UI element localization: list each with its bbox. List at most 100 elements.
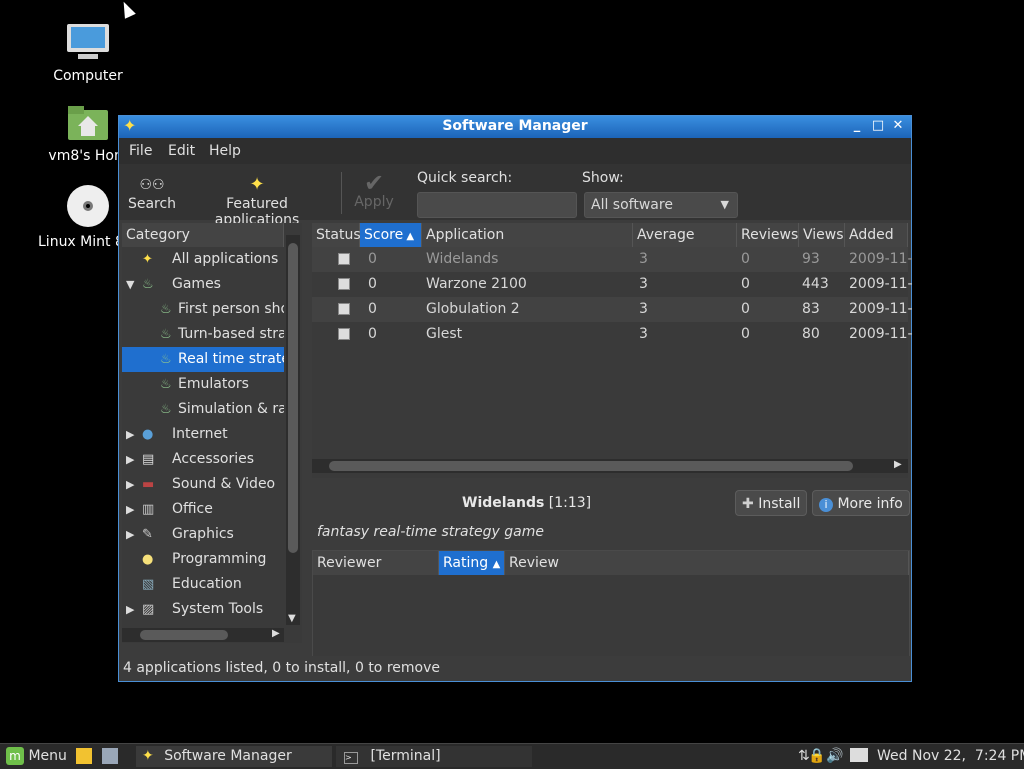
- show-dropdown[interactable]: All software ▼: [584, 192, 738, 218]
- cell-score: 0: [368, 326, 377, 342]
- scroll-down-icon[interactable]: ▼: [288, 613, 296, 624]
- category-item[interactable]: ▶ ▥ Office: [122, 497, 284, 522]
- menu-edit[interactable]: Edit: [168, 143, 195, 159]
- table-row[interactable]: 0 Globulation 2 3 0 83 2009-11-: [312, 297, 913, 322]
- menu-button[interactable]: m Menu: [6, 746, 67, 767]
- added-column-header[interactable]: Added: [845, 223, 908, 247]
- detail-description: fantasy real-time strategy game: [317, 524, 545, 540]
- gamepad-icon: ♨: [160, 302, 172, 317]
- category-label: Education: [172, 576, 242, 592]
- search-button[interactable]: ⚇⚇ Search: [127, 174, 177, 212]
- info-icon: i: [819, 498, 833, 512]
- category-item[interactable]: ▶ ▨ System Tools: [122, 597, 284, 622]
- category-vscroll[interactable]: ▼: [286, 235, 300, 625]
- scroll-thumb[interactable]: [288, 243, 298, 553]
- category-item[interactable]: ♨ Simulation & rac: [122, 397, 284, 422]
- volume-icon[interactable]: 🔊: [826, 746, 843, 767]
- home-folder-icon: [68, 106, 108, 140]
- cell-score: 0: [368, 276, 377, 292]
- reviews-column-header[interactable]: Reviews: [737, 223, 799, 247]
- status-checkbox[interactable]: [338, 303, 350, 315]
- menu-file[interactable]: File: [129, 143, 152, 159]
- review-column-header[interactable]: Review: [505, 551, 909, 575]
- maximize-icon[interactable]: □: [870, 118, 886, 134]
- views-column-header[interactable]: Views: [799, 223, 845, 247]
- category-item[interactable]: ▧ Education: [122, 572, 284, 597]
- column-label: Status: [316, 227, 361, 243]
- clock[interactable]: Wed Nov 22, 7:24 PM: [877, 746, 1024, 767]
- score-column-header[interactable]: Score ▲: [360, 223, 422, 247]
- close-icon[interactable]: ✕: [890, 118, 906, 134]
- more-info-button[interactable]: i More info: [812, 490, 910, 516]
- file-manager-launcher-icon[interactable]: [102, 748, 118, 764]
- gamepad-icon: ♨: [160, 402, 172, 417]
- apply-button[interactable]: ✔ Apply: [349, 171, 399, 210]
- category-item[interactable]: ▶ ✎ Graphics: [122, 522, 284, 547]
- quick-search-input[interactable]: [417, 192, 577, 218]
- category-item[interactable]: ● Programming: [122, 547, 284, 572]
- expander-closed-icon[interactable]: ▶: [126, 447, 134, 472]
- table-row[interactable]: 0 Widelands 3 0 93 2009-11-: [312, 247, 913, 272]
- cell-rating: 3: [639, 301, 648, 317]
- search-button-label: Search: [127, 196, 177, 212]
- desktop-icon-computer[interactable]: Computer: [38, 22, 138, 84]
- expander-closed-icon[interactable]: ▶: [126, 472, 134, 497]
- category-label: Emulators: [178, 376, 249, 392]
- cell-reviews: 0: [741, 251, 750, 267]
- category-item[interactable]: ♨ First person sho: [122, 297, 284, 322]
- category-header[interactable]: Category: [122, 223, 284, 247]
- rating-column-header[interactable]: Rating ▲: [439, 551, 505, 575]
- status-column-header[interactable]: Status: [312, 223, 361, 247]
- menu-label: Menu: [28, 748, 67, 764]
- category-item[interactable]: ✦ All applications: [122, 247, 284, 272]
- scroll-right-icon[interactable]: ▶: [272, 628, 280, 639]
- expander-closed-icon[interactable]: ▶: [126, 597, 134, 622]
- category-item[interactable]: ▶ ▬ Sound & Video: [122, 472, 284, 497]
- text-editor-launcher-icon[interactable]: [76, 748, 92, 764]
- column-label: Score: [364, 227, 404, 243]
- star-icon: ✦: [142, 252, 153, 267]
- category-item[interactable]: ▼ ♨ Games: [122, 272, 284, 297]
- cell-added: 2009-11-: [849, 276, 913, 292]
- table-row[interactable]: 0 Warzone 2100 3 0 443 2009-11-: [312, 272, 913, 297]
- category-item[interactable]: ▶ ● Internet: [122, 422, 284, 447]
- gamepad-icon: ♨: [160, 377, 172, 392]
- task-terminal[interactable]: > [Terminal]: [336, 746, 532, 767]
- scroll-thumb[interactable]: [329, 461, 853, 471]
- brush-icon: ✎: [142, 527, 153, 542]
- cell-rating: 3: [639, 251, 648, 267]
- category-item[interactable]: ♨ Emulators: [122, 372, 284, 397]
- minimize-icon[interactable]: _: [849, 118, 865, 134]
- status-checkbox[interactable]: [338, 278, 350, 290]
- category-hscroll[interactable]: ▶: [122, 628, 284, 642]
- featured-applications-button[interactable]: ✦ Featured applications: [185, 174, 329, 228]
- expander-closed-icon[interactable]: ▶: [126, 422, 134, 447]
- average-rating-column-header[interactable]: Average rating: [633, 223, 737, 267]
- table-row[interactable]: 0 Glest 3 0 80 2009-11-: [312, 322, 913, 347]
- applist-hscroll[interactable]: ▶: [312, 459, 908, 473]
- install-button[interactable]: ✚ Install: [735, 490, 808, 516]
- cell-name: Warzone 2100: [426, 276, 527, 292]
- category-item[interactable]: ♨ Turn-based strat: [122, 322, 284, 347]
- screen-icon[interactable]: [850, 748, 868, 762]
- lock-icon[interactable]: 🔒: [808, 746, 825, 767]
- reviewer-column-header[interactable]: Reviewer: [313, 551, 439, 575]
- mint-logo-icon: m: [6, 747, 24, 765]
- scroll-thumb[interactable]: [140, 630, 228, 640]
- category-item[interactable]: ▶ ▤ Accessories: [122, 447, 284, 472]
- scroll-right-icon[interactable]: ▶: [894, 459, 902, 470]
- status-checkbox[interactable]: [338, 253, 350, 265]
- title-bar[interactable]: ✦ Software Manager _ □ ✕: [119, 116, 911, 138]
- cell-added: 2009-11-: [849, 326, 913, 342]
- application-column-header[interactable]: Application: [422, 223, 633, 247]
- task-software-manager[interactable]: ✦ Software Manager: [136, 746, 332, 767]
- cell-views: 443: [802, 276, 829, 292]
- category-item[interactable]: ♨ Real time strate: [122, 347, 284, 372]
- status-checkbox[interactable]: [338, 328, 350, 340]
- menu-help[interactable]: Help: [209, 143, 241, 159]
- expander-closed-icon[interactable]: ▶: [126, 522, 134, 547]
- expander-closed-icon[interactable]: ▶: [126, 497, 134, 522]
- expander-open-icon[interactable]: ▼: [126, 272, 134, 297]
- desktop-icon-label: Computer: [53, 68, 123, 84]
- show-dropdown-value: All software: [591, 197, 673, 213]
